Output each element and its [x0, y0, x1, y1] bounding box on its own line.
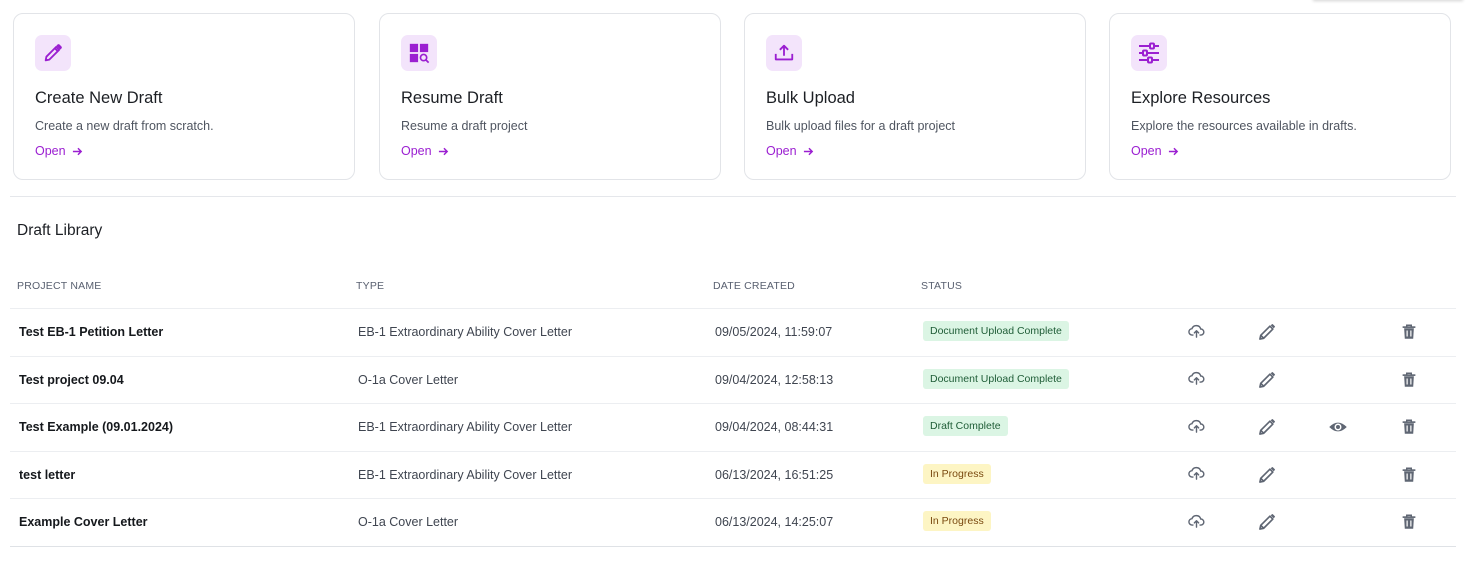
table-row: test letter EB-1 Extraordinary Ability C… — [10, 452, 1456, 500]
delete-trash-icon[interactable] — [1399, 465, 1419, 485]
upload-cloud-icon[interactable] — [1186, 464, 1206, 484]
project-name[interactable]: Example Cover Letter — [19, 515, 148, 529]
status-badge: Draft Complete — [923, 416, 1008, 437]
upload-tray-icon — [766, 35, 802, 71]
section-divider — [10, 196, 1456, 197]
edit-pencil-icon[interactable] — [1257, 370, 1277, 390]
card-title: Resume Draft — [401, 89, 503, 107]
card-resume-draft[interactable]: Resume Draft Resume a draft project Open — [379, 13, 721, 180]
date-created: 06/13/2024, 16:51:25 — [715, 467, 834, 482]
date-created: 09/05/2024, 11:59:07 — [715, 325, 833, 339]
open-link[interactable]: Open — [35, 144, 83, 158]
arrow-right-icon — [803, 147, 813, 155]
edit-pencil-icon[interactable] — [1257, 465, 1277, 485]
date-created: 09/04/2024, 08:44:31 — [715, 420, 834, 435]
upload-cloud-icon[interactable] — [1186, 321, 1206, 341]
delete-trash-icon[interactable] — [1399, 417, 1419, 437]
project-name[interactable]: test letter — [19, 468, 75, 482]
status-badge: Document Upload Complete — [923, 321, 1069, 341]
grid-search-icon — [401, 35, 437, 71]
date-created: 06/13/2024, 14:25:07 — [715, 515, 834, 530]
card-description: Resume a draft project — [401, 119, 528, 133]
draft-library-title: Draft Library — [17, 222, 103, 239]
upload-cloud-icon[interactable] — [1186, 416, 1206, 436]
column-header-project-name: PROJECT NAME — [17, 280, 102, 292]
open-link[interactable]: Open — [1131, 144, 1179, 158]
date-created: 09/04/2024, 12:58:13 — [715, 372, 834, 387]
open-link-label: Open — [401, 144, 432, 158]
delete-trash-icon[interactable] — [1399, 322, 1419, 342]
open-link[interactable]: Open — [766, 144, 814, 158]
open-link[interactable]: Open — [401, 144, 449, 158]
sliders-icon — [1131, 35, 1167, 71]
delete-trash-icon[interactable] — [1399, 512, 1419, 532]
edit-pencil-icon[interactable] — [1257, 322, 1277, 342]
card-bulk-upload[interactable]: Bulk Upload Bulk upload files for a draf… — [744, 13, 1086, 180]
delete-trash-icon[interactable] — [1399, 370, 1419, 390]
card-title: Bulk Upload — [766, 89, 855, 107]
card-description: Create a new draft from scratch. — [35, 119, 214, 133]
card-title: Explore Resources — [1131, 89, 1271, 107]
project-name[interactable]: Test project 09.04 — [19, 373, 124, 387]
project-name[interactable]: Test Example (09.01.2024) — [19, 420, 173, 434]
card-create-new-draft[interactable]: Create New Draft Create a new draft from… — [13, 13, 355, 180]
project-type: O-1a Cover Letter — [358, 515, 459, 530]
view-eye-icon[interactable] — [1328, 417, 1348, 437]
open-link-label: Open — [1131, 144, 1162, 158]
column-header-type: TYPE — [356, 280, 385, 292]
project-type: EB-1 Extraordinary Ability Cover Letter — [358, 325, 572, 339]
table-row: Test EB-1 Petition Letter EB-1 Extraordi… — [10, 309, 1456, 357]
open-link-label: Open — [35, 144, 66, 158]
edit-pencil-icon[interactable] — [1257, 417, 1277, 437]
card-title: Create New Draft — [35, 89, 163, 107]
open-link-label: Open — [766, 144, 797, 158]
arrow-right-icon — [1168, 147, 1178, 155]
table-row: Test project 09.04 O-1a Cover Letter 09/… — [10, 357, 1456, 405]
card-description: Bulk upload files for a draft project — [766, 119, 955, 133]
project-type: EB-1 Extraordinary Ability Cover Letter — [358, 467, 572, 482]
edit-pencil-icon[interactable] — [1257, 512, 1277, 532]
column-header-date-created: DATE CREATED — [713, 280, 795, 292]
project-name[interactable]: Test EB-1 Petition Letter — [19, 325, 163, 339]
pencil-icon — [35, 35, 71, 71]
upload-cloud-icon[interactable] — [1186, 511, 1206, 531]
arrow-right-icon — [438, 147, 448, 155]
column-header-status: STATUS — [921, 280, 963, 292]
upload-cloud-icon[interactable] — [1186, 369, 1206, 389]
project-type: O-1a Cover Letter — [358, 372, 459, 387]
card-explore-resources[interactable]: Explore Resources Explore the resources … — [1109, 13, 1451, 180]
table-header: PROJECT NAME TYPE DATE CREATED STATUS — [10, 264, 1456, 309]
status-badge: In Progress — [923, 463, 991, 484]
table-row: Test Example (09.01.2024) EB-1 Extraordi… — [10, 404, 1456, 452]
table-row: Example Cover Letter O-1a Cover Letter 0… — [10, 499, 1456, 547]
table-body: Test EB-1 Petition Letter EB-1 Extraordi… — [10, 309, 1456, 547]
status-badge: Document Upload Complete — [923, 368, 1069, 389]
quick-actions: Create New Draft Create a new draft from… — [13, 13, 1453, 183]
status-badge: In Progress — [923, 511, 991, 532]
arrow-right-icon — [72, 147, 82, 155]
draft-library-table: PROJECT NAME TYPE DATE CREATED STATUS Te… — [10, 264, 1456, 547]
project-type: EB-1 Extraordinary Ability Cover Letter — [358, 420, 572, 435]
card-description: Explore the resources available in draft… — [1131, 119, 1357, 133]
